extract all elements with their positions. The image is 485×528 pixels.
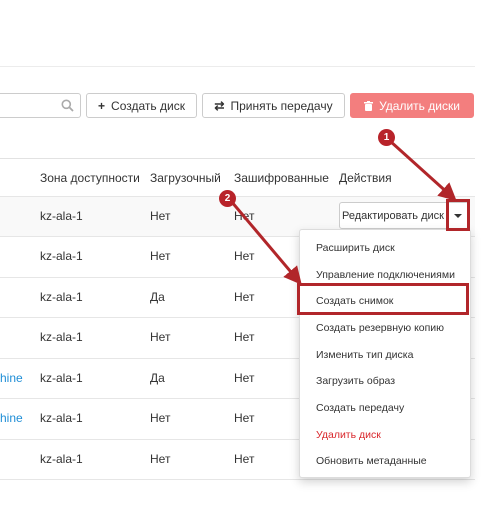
page-divider [0,66,475,67]
row-zone: kz-ala-1 [40,209,83,223]
menu-item-create-backup[interactable]: Создать резервную копию [316,322,444,334]
menu-item-extend-disk[interactable]: Расширить диск [316,242,395,254]
actions-dropdown-menu: Расширить диск Управление подключениями … [299,229,471,478]
exchange-icon: ⇄ [214,98,225,113]
highlight-create-snapshot [297,283,469,315]
row-encrypted: Нет [234,411,255,425]
trash-icon [364,100,374,111]
edit-disk-button[interactable]: Редактировать диск [339,202,447,229]
menu-item-create-transfer[interactable]: Создать передачу [316,402,404,414]
row-zone: kz-ala-1 [40,330,83,344]
accept-transfer-label: Принять передачу [230,98,333,113]
header-bootable: Загрузочный [150,171,221,185]
delete-disks-label: Удалить диски [379,98,460,113]
plus-icon: + [98,98,106,113]
row-bootable: Нет [150,411,171,425]
row-zone: kz-ala-1 [40,371,83,385]
menu-item-change-type[interactable]: Изменить тип диска [316,349,413,361]
accept-transfer-button[interactable]: ⇄ Принять передачу [202,93,345,118]
menu-item-manage-attachments[interactable]: Управление подключениями [316,269,455,281]
table-header-divider [0,158,475,159]
header-encrypted: Зашифрованные [234,171,329,185]
menu-item-delete-disk[interactable]: Удалить диск [316,429,381,441]
create-disk-button[interactable]: + Создать диск [86,93,197,118]
highlight-dropdown-toggle [446,199,470,231]
search-icon [61,99,74,112]
menu-item-upload-image[interactable]: Загрузить образ [316,375,395,387]
step-badge-1: 1 [378,129,395,146]
create-disk-label: Создать диск [111,98,185,113]
row-encrypted: Нет [234,209,255,223]
row-bootable: Да [150,290,165,304]
row-bootable: Нет [150,249,171,263]
search-input[interactable] [0,93,81,118]
row-name-link[interactable]: hine [0,371,23,385]
delete-disks-button[interactable]: Удалить диски [350,93,474,118]
arrow-1 [388,139,457,202]
row-name-link[interactable]: hine [0,411,23,425]
row-encrypted: Нет [234,290,255,304]
row-bootable: Нет [150,330,171,344]
header-actions: Действия [339,171,392,185]
step-badge-2: 2 [219,190,236,207]
menu-item-update-metadata[interactable]: Обновить метаданные [316,455,427,467]
row-bootable: Да [150,371,165,385]
row-zone: kz-ala-1 [40,411,83,425]
row-encrypted: Нет [234,249,255,263]
row-bootable: Нет [150,209,171,223]
row-encrypted: Нет [234,330,255,344]
row-bootable: Нет [150,452,171,466]
row-encrypted: Нет [234,452,255,466]
row-zone: kz-ala-1 [40,290,83,304]
row-zone: kz-ala-1 [40,452,83,466]
row-encrypted: Нет [234,371,255,385]
row-zone: kz-ala-1 [40,249,83,263]
header-zone: Зона доступности [40,171,140,185]
